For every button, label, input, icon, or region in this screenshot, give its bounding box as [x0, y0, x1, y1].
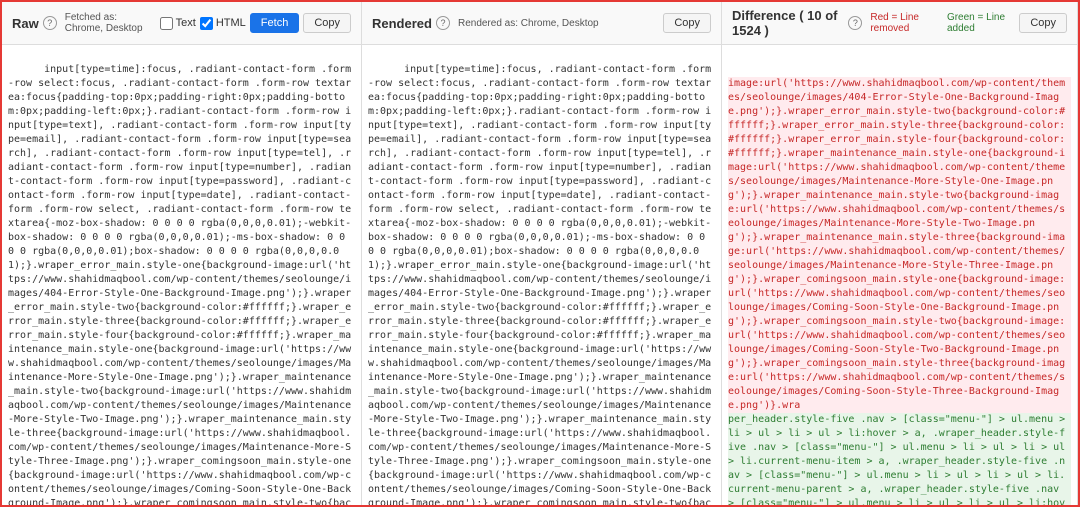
raw-fetched-label: Fetched as: Chrome, Desktop	[65, 12, 155, 34]
raw-text: input[type=time]:focus, .radiant-contact…	[8, 64, 351, 505]
raw-title: Raw	[12, 16, 39, 31]
main-container: Raw ? Fetched as: Chrome, Desktop Text H…	[0, 0, 1080, 507]
raw-content[interactable]: input[type=time]:focus, .radiant-contact…	[2, 45, 362, 505]
diff-copy-button[interactable]: Copy	[1019, 13, 1067, 33]
raw-copy-button[interactable]: Copy	[303, 13, 351, 33]
diff-content[interactable]: image:url('https://www.shahidmaqbool.com…	[722, 45, 1078, 505]
raw-panel-header: Raw ? Fetched as: Chrome, Desktop Text H…	[2, 2, 362, 44]
legend-removed: Red = Line removed	[870, 12, 939, 34]
diff-info-icon[interactable]: ?	[848, 16, 862, 30]
diff-legend: Red = Line removed Green = Line added	[870, 12, 1014, 34]
content-row: input[type=time]:focus, .radiant-contact…	[2, 45, 1078, 505]
text-checkbox-label[interactable]: Text	[160, 17, 196, 30]
raw-info-icon[interactable]: ?	[43, 16, 57, 30]
header-row: Raw ? Fetched as: Chrome, Desktop Text H…	[2, 2, 1078, 45]
rendered-fetched-label: Rendered as: Chrome, Desktop	[458, 18, 599, 29]
html-checkbox[interactable]	[200, 17, 213, 30]
text-checkbox[interactable]	[160, 17, 173, 30]
diff-title: Difference ( 10 of 1524 )	[732, 8, 844, 38]
rendered-title: Rendered	[372, 16, 432, 31]
fetch-button[interactable]: Fetch	[250, 13, 300, 33]
rendered-info-icon[interactable]: ?	[436, 16, 450, 30]
diff-panel-header: Difference ( 10 of 1524 ) ? Red = Line r…	[722, 2, 1078, 44]
html-checkbox-label[interactable]: HTML	[200, 17, 246, 30]
rendered-panel-header: Rendered ? Rendered as: Chrome, Desktop …	[362, 2, 722, 44]
rendered-text: input[type=time]:focus, .radiant-contact…	[368, 64, 711, 505]
rendered-copy-button[interactable]: Copy	[663, 13, 711, 33]
diff-added-line: per_header.style-five .nav > [class="men…	[728, 413, 1071, 505]
legend-added: Green = Line added	[947, 12, 1014, 34]
diff-removed-line: image:url('https://www.shahidmaqbool.com…	[728, 77, 1071, 413]
rendered-content[interactable]: input[type=time]:focus, .radiant-contact…	[362, 45, 722, 505]
